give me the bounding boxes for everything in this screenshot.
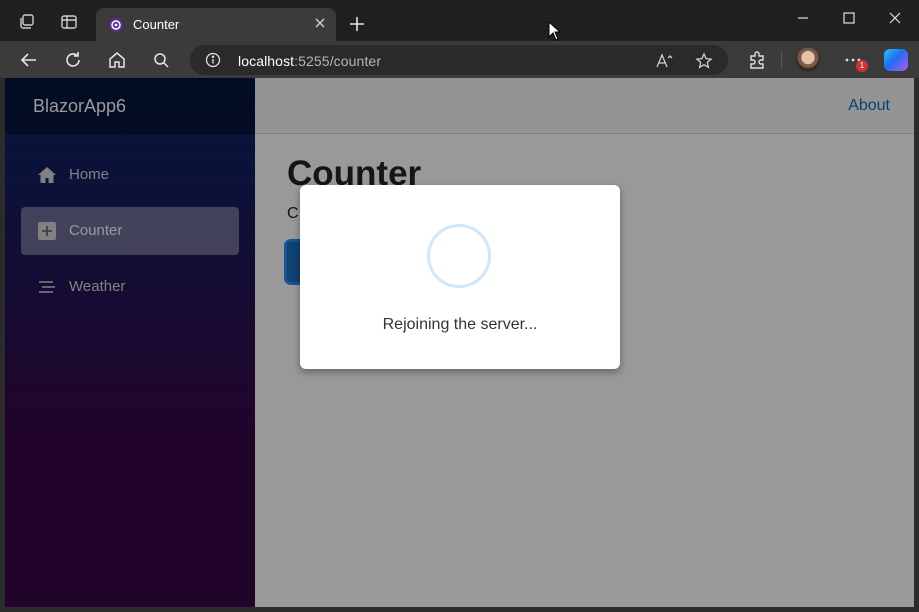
home-browser-icon[interactable] — [107, 50, 127, 70]
extensions-icon[interactable] — [747, 50, 767, 70]
reconnect-message: Rejoining the server... — [382, 316, 538, 333]
read-aloud-icon[interactable] — [655, 52, 673, 70]
page-viewport: BlazorApp6 Home Counter Weather About Co… — [5, 78, 914, 607]
window-frame-right — [914, 78, 919, 612]
copilot-icon[interactable] — [884, 49, 908, 71]
address-bar[interactable]: localhost:5255/counter — [190, 45, 728, 75]
new-tab-icon[interactable] — [347, 14, 367, 34]
close-window-icon[interactable] — [885, 8, 905, 28]
browser-titlebar: Counter — [0, 0, 919, 41]
mouse-cursor-icon — [548, 20, 562, 41]
search-icon[interactable] — [151, 50, 171, 70]
notification-badge: 1 — [856, 60, 868, 72]
tab-title: Counter — [133, 17, 180, 32]
tab-close-icon[interactable] — [313, 16, 327, 30]
loading-spinner — [427, 224, 491, 288]
back-icon[interactable] — [19, 50, 39, 70]
toolbar-divider — [781, 51, 782, 69]
site-info-icon[interactable] — [205, 52, 221, 68]
browser-tab-active[interactable]: Counter — [96, 8, 336, 41]
url-text[interactable]: localhost:5255/counter — [238, 53, 381, 69]
vertical-tabs-icon[interactable] — [60, 13, 78, 31]
profile-avatar[interactable] — [796, 48, 820, 72]
reconnect-dialog: Rejoining the server... — [300, 185, 620, 369]
maximize-icon[interactable] — [839, 8, 859, 28]
favorite-star-icon[interactable] — [695, 52, 713, 70]
url-path: :5255/counter — [294, 53, 382, 69]
blazor-favicon-icon — [108, 17, 124, 33]
url-host: localhost — [238, 53, 295, 69]
reconnect-overlay: Rejoining the server... — [5, 78, 914, 607]
window-frame-left — [0, 78, 5, 612]
window-frame-bottom — [0, 607, 919, 612]
minimize-icon[interactable] — [793, 8, 813, 28]
browser-toolbar: localhost:5255/counter 1 — [0, 41, 919, 78]
refresh-icon[interactable] — [63, 50, 83, 70]
workspaces-icon[interactable] — [18, 13, 36, 31]
